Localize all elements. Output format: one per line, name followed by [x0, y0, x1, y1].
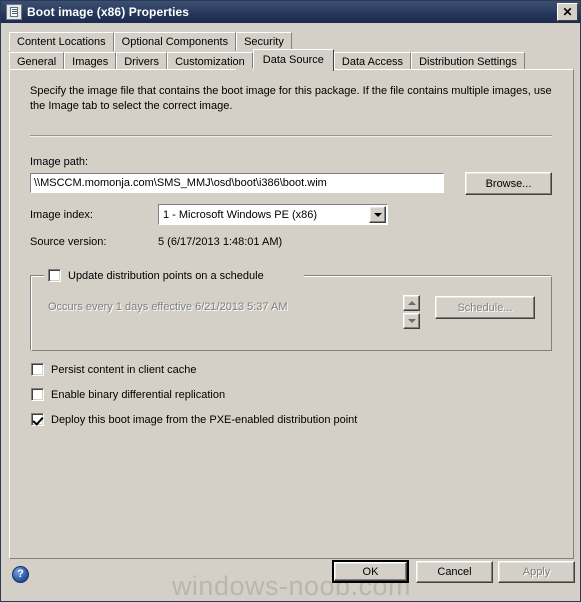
- image-path-label: Image path:: [30, 156, 89, 168]
- data-source-tab-panel: Specify the image file that contains the…: [9, 69, 574, 559]
- deploy-pxe-label: Deploy this boot image from the PXE-enab…: [51, 413, 358, 426]
- ok-button[interactable]: OK: [332, 560, 409, 583]
- caret-down-icon: [407, 319, 416, 323]
- update-distribution-points-label: Update distribution points on a schedule: [68, 269, 264, 282]
- spinner-up-button[interactable]: [403, 295, 420, 311]
- caret-up-icon: [407, 301, 416, 305]
- schedule-summary-text: Occurs every 1 days effective 6/21/2013 …: [48, 301, 288, 313]
- persist-content-checkbox-row[interactable]: Persist content in client cache: [31, 363, 197, 376]
- source-version-value: 5 (6/17/2013 1:48:01 AM): [158, 236, 283, 248]
- image-index-combobox[interactable]: 1 - Microsoft Windows PE (x86): [158, 204, 388, 225]
- image-index-value: 1 - Microsoft Windows PE (x86): [163, 208, 318, 221]
- schedule-button[interactable]: Schedule...: [435, 296, 535, 319]
- close-button[interactable]: ✕: [557, 3, 578, 21]
- image-index-label: Image index:: [30, 209, 93, 221]
- title-bar: Boot image (x86) Properties ✕: [1, 1, 580, 23]
- binary-differential-label: Enable binary differential replication: [51, 388, 226, 401]
- window-title: Boot image (x86) Properties: [27, 5, 190, 19]
- update-distribution-points-checkbox[interactable]: [48, 269, 61, 282]
- tab-strip: Content Locations Optional Components Se…: [9, 31, 574, 71]
- image-path-input[interactable]: \\MSCCM.momonja.com\SMS_MMJ\osd\boot\i38…: [30, 173, 444, 193]
- help-glyph: ?: [17, 567, 24, 580]
- tab-row-upper: Content Locations Optional Components Se…: [9, 31, 574, 51]
- separator-rule: [30, 135, 552, 137]
- binary-differential-checkbox[interactable]: [31, 388, 44, 401]
- browse-button[interactable]: Browse...: [465, 172, 552, 195]
- chevron-down-icon[interactable]: [369, 206, 386, 223]
- tab-optional-components[interactable]: Optional Components: [113, 32, 237, 51]
- dialog-footer: [1, 559, 580, 601]
- help-icon[interactable]: ?: [12, 566, 29, 583]
- ok-button-label: OK: [334, 562, 407, 581]
- schedule-spinner[interactable]: [403, 295, 420, 329]
- document-properties-icon: [6, 4, 22, 20]
- tab-content-locations[interactable]: Content Locations: [9, 32, 114, 51]
- persist-content-checkbox[interactable]: [31, 363, 44, 376]
- binary-differential-checkbox-row[interactable]: Enable binary differential replication: [31, 388, 225, 401]
- deploy-pxe-checkbox-row[interactable]: Deploy this boot image from the PXE-enab…: [31, 413, 357, 426]
- update-distribution-points-checkbox-row[interactable]: Update distribution points on a schedule: [48, 269, 264, 282]
- persist-content-label: Persist content in client cache: [51, 363, 197, 376]
- spinner-down-button[interactable]: [403, 313, 420, 329]
- properties-dialog-window: Boot image (x86) Properties ✕ Content Lo…: [0, 0, 581, 602]
- cancel-button[interactable]: Cancel: [416, 561, 493, 583]
- panel-instructions: Specify the image file that contains the…: [30, 85, 552, 112]
- source-version-label: Source version:: [30, 236, 107, 248]
- close-icon: ✕: [562, 5, 573, 19]
- deploy-pxe-checkbox[interactable]: [31, 413, 44, 426]
- apply-button[interactable]: Apply: [498, 561, 575, 583]
- selected-tab-seam: [236, 68, 319, 70]
